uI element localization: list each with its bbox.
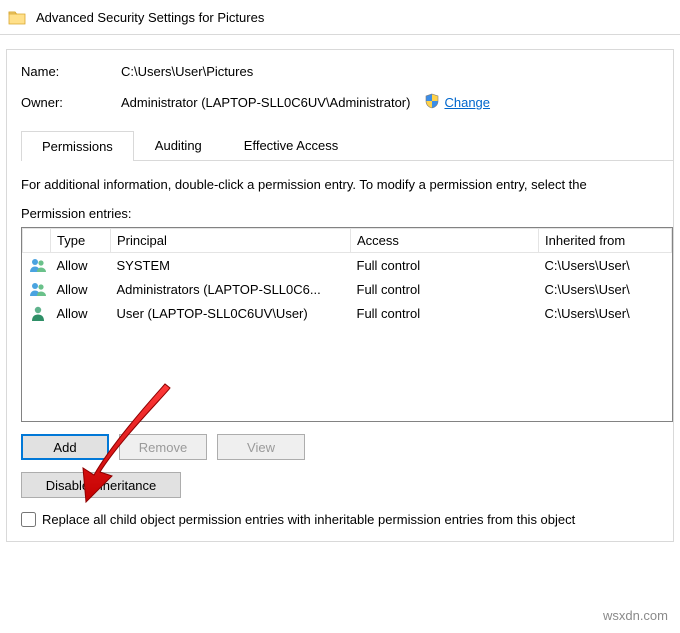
tab-effective-access[interactable]: Effective Access bbox=[223, 130, 359, 160]
tab-content-permissions: For additional information, double-click… bbox=[21, 161, 673, 527]
permissions-info-text: For additional information, double-click… bbox=[21, 177, 673, 192]
window-titlebar: Advanced Security Settings for Pictures bbox=[0, 0, 680, 35]
window-title: Advanced Security Settings for Pictures bbox=[36, 10, 264, 25]
table-row[interactable]: AllowUser (LAPTOP-SLL0C6UV\User)Full con… bbox=[23, 301, 672, 325]
replace-children-row[interactable]: Replace all child object permission entr… bbox=[21, 512, 673, 527]
tab-permissions[interactable]: Permissions bbox=[21, 131, 134, 161]
cell-inherited: C:\Users\User\ bbox=[539, 301, 672, 325]
cell-principal: Administrators (LAPTOP-SLL0C6... bbox=[111, 277, 351, 301]
owner-value: Administrator (LAPTOP-SLL0C6UV\Administr… bbox=[121, 95, 410, 110]
tabs-bar: Permissions Auditing Effective Access bbox=[21, 130, 673, 161]
header-principal[interactable]: Principal bbox=[111, 229, 351, 253]
replace-children-checkbox[interactable] bbox=[21, 512, 36, 527]
owner-row: Owner: Administrator (LAPTOP-SLL0C6UV\Ad… bbox=[21, 93, 673, 112]
owner-label: Owner: bbox=[21, 95, 121, 110]
cell-access: Full control bbox=[351, 253, 539, 278]
table-row[interactable]: AllowAdministrators (LAPTOP-SLL0C6...Ful… bbox=[23, 277, 672, 301]
cell-inherited: C:\Users\User\ bbox=[539, 253, 672, 278]
principal-icon bbox=[23, 301, 51, 325]
entry-buttons-row: Add Remove View bbox=[21, 434, 673, 460]
shield-icon bbox=[424, 93, 440, 112]
cell-type: Allow bbox=[51, 301, 111, 325]
cell-access: Full control bbox=[351, 301, 539, 325]
cell-inherited: C:\Users\User\ bbox=[539, 277, 672, 301]
watermark: wsxdn.com bbox=[603, 608, 668, 623]
name-row: Name: C:\Users\User\Pictures bbox=[21, 64, 673, 79]
disable-inheritance-button[interactable]: Disable inheritance bbox=[21, 472, 181, 498]
name-value: C:\Users\User\Pictures bbox=[121, 64, 253, 79]
main-panel: Name: C:\Users\User\Pictures Owner: Admi… bbox=[6, 49, 674, 542]
header-inherited[interactable]: Inherited from bbox=[539, 229, 672, 253]
cell-principal: SYSTEM bbox=[111, 253, 351, 278]
cell-type: Allow bbox=[51, 253, 111, 278]
cell-access: Full control bbox=[351, 277, 539, 301]
folder-icon bbox=[8, 9, 26, 25]
tab-auditing[interactable]: Auditing bbox=[134, 130, 223, 160]
view-button: View bbox=[217, 434, 305, 460]
replace-children-label: Replace all child object permission entr… bbox=[42, 512, 575, 527]
header-icon[interactable] bbox=[23, 229, 51, 253]
remove-button: Remove bbox=[119, 434, 207, 460]
permission-entries-list[interactable]: Type Principal Access Inherited from All… bbox=[21, 227, 673, 422]
principal-icon bbox=[23, 253, 51, 278]
inheritance-buttons-row: Disable inheritance bbox=[21, 472, 673, 498]
name-label: Name: bbox=[21, 64, 121, 79]
header-type[interactable]: Type bbox=[51, 229, 111, 253]
cell-type: Allow bbox=[51, 277, 111, 301]
change-owner-link[interactable]: Change bbox=[444, 95, 490, 110]
add-button[interactable]: Add bbox=[21, 434, 109, 460]
entries-header-row: Type Principal Access Inherited from bbox=[23, 229, 672, 253]
principal-icon bbox=[23, 277, 51, 301]
permission-entries-label: Permission entries: bbox=[21, 206, 673, 221]
table-row[interactable]: AllowSYSTEMFull controlC:\Users\User\ bbox=[23, 253, 672, 278]
header-access[interactable]: Access bbox=[351, 229, 539, 253]
cell-principal: User (LAPTOP-SLL0C6UV\User) bbox=[111, 301, 351, 325]
